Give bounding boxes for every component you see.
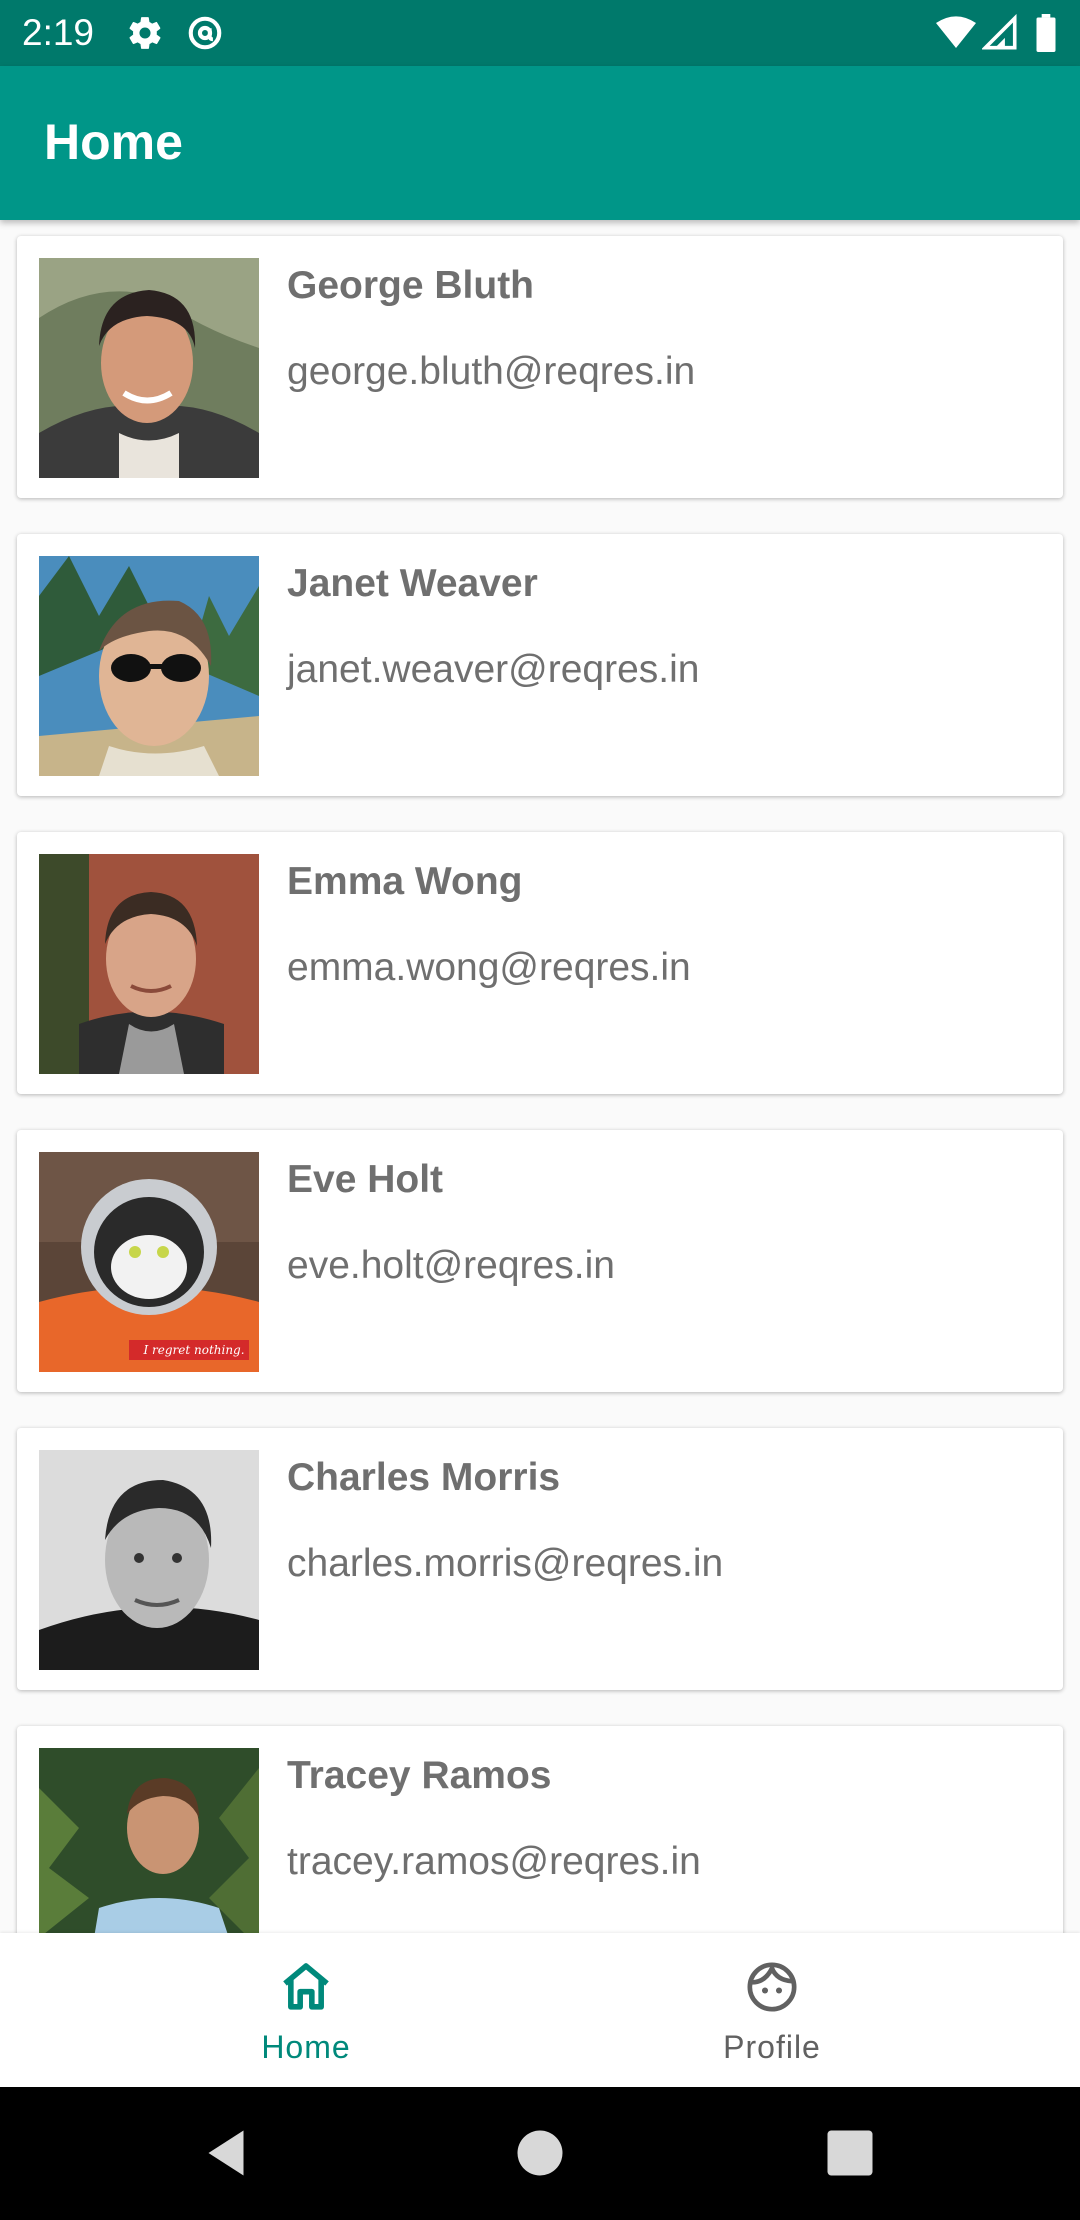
settings-icon (129, 17, 161, 49)
user-name: George Bluth (287, 264, 535, 307)
user-email: emma.wong@reqres.in (287, 946, 691, 989)
user-email: charles.morris@reqres.in (287, 1542, 724, 1585)
battery-icon (1036, 14, 1056, 52)
nav-item-home[interactable]: Home (36, 1933, 576, 2087)
avatar-caption: I regret nothing. (143, 1343, 245, 1357)
user-avatar (39, 258, 259, 478)
user-card-janet-weaver[interactable]: Janet Weaver janet.weaver@reqres.in (17, 534, 1063, 796)
user-name: Janet Weaver (287, 562, 538, 605)
user-list[interactable]: George Bluth george.bluth@reqres.in Jane… (0, 220, 1080, 1933)
nav-label-home: Home (261, 2029, 351, 2065)
nav-label-profile: Profile (723, 2029, 821, 2065)
user-avatar: I regret nothing. (39, 1152, 259, 1372)
status-time: 2:19 (22, 12, 95, 53)
back-icon[interactable] (196, 2123, 256, 2183)
user-card-tracey-ramos[interactable]: Tracey Ramos tracey.ramos@reqres.in (17, 1726, 1063, 1933)
recents-icon[interactable] (820, 2123, 880, 2183)
face-icon (747, 1962, 797, 2012)
user-avatar (39, 1450, 259, 1670)
status-bar: 2:19 (0, 0, 1080, 66)
home-icon (283, 1963, 329, 2010)
system-navigation-bar (0, 2087, 1080, 2220)
user-name: Tracey Ramos (287, 1754, 552, 1797)
user-name: Eve Holt (287, 1158, 444, 1201)
user-card-charles-morris[interactable]: Charles Morris charles.morris@reqres.in (17, 1428, 1063, 1690)
user-card-eve-holt[interactable]: I regret nothing. Eve Holt eve.holt@reqr… (17, 1130, 1063, 1392)
page-title: Home (44, 114, 183, 170)
user-avatar (39, 556, 259, 776)
wifi-icon (936, 16, 976, 48)
user-email: george.bluth@reqres.in (287, 350, 696, 393)
user-email: tracey.ramos@reqres.in (287, 1840, 701, 1883)
user-card-george-bluth[interactable]: George Bluth george.bluth@reqres.in (17, 236, 1063, 498)
user-avatar (39, 854, 259, 1074)
user-avatar (39, 1748, 259, 1933)
at-sign-icon (188, 16, 222, 50)
user-card-emma-wong[interactable]: Emma Wong emma.wong@reqres.in (17, 832, 1063, 1094)
home-circle-icon[interactable] (510, 2123, 570, 2183)
user-email: eve.holt@reqres.in (287, 1244, 615, 1287)
user-email: janet.weaver@reqres.in (287, 648, 700, 691)
app-bar: Home (0, 66, 1080, 220)
nav-item-profile[interactable]: Profile (502, 1933, 1042, 2087)
bottom-navigation: Home Profile (0, 1933, 1080, 2087)
signal-icon (982, 14, 1017, 50)
user-name: Charles Morris (287, 1456, 561, 1499)
user-name: Emma Wong (287, 860, 523, 903)
